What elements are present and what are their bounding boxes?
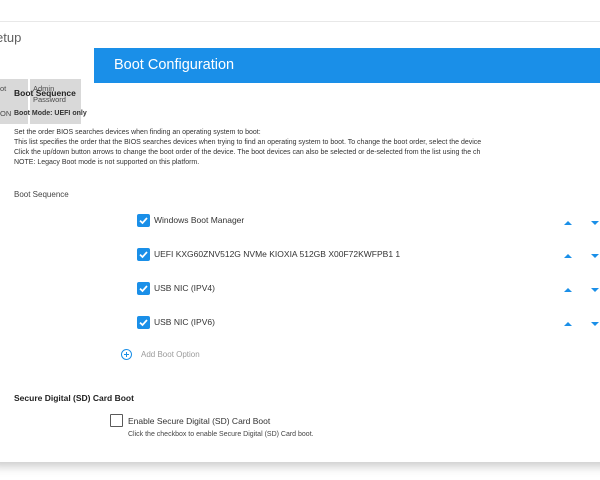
chevron-up-icon: [564, 221, 572, 225]
move-down-button[interactable]: [589, 285, 600, 295]
chevron-down-icon: [591, 254, 599, 258]
boot-item-label: Windows Boot Manager: [154, 215, 245, 225]
nav-tile-admin-password[interactable]: Admin Password: [30, 79, 81, 124]
sd-card-boot-checkbox[interactable]: [110, 414, 123, 427]
checkmark-icon: [139, 251, 148, 259]
boot-item-label: USB NIC (IPV6): [154, 317, 215, 327]
page-title: Boot Configuration: [114, 57, 235, 73]
move-up-button[interactable]: [562, 285, 574, 295]
move-down-button[interactable]: [589, 218, 600, 228]
nav-tile-boot[interactable]: ot ON: [0, 79, 28, 124]
screen: etup ot ON Admin Password Boot Configura…: [0, 0, 600, 480]
description-line: Set the order BIOS searches devices when…: [14, 129, 261, 136]
sd-card-boot-help: Click the checkbox to enable Secure Digi…: [128, 431, 314, 438]
description-line: This list specifies the order that the B…: [14, 139, 482, 146]
boot-item-checkbox[interactable]: [137, 214, 150, 227]
boot-item-checkbox[interactable]: [137, 316, 150, 329]
panel-header: Boot Configuration: [94, 48, 600, 83]
chevron-up-icon: [564, 322, 572, 326]
checkmark-icon: [139, 285, 148, 293]
chevron-down-icon: [591, 322, 599, 326]
sd-card-boot-label: Enable Secure Digital (SD) Card Boot: [128, 416, 271, 426]
description-line: NOTE: Legacy Boot mode is not supported …: [14, 159, 200, 166]
boot-item-label: USB NIC (IPV4): [154, 283, 215, 293]
move-up-button[interactable]: [562, 251, 574, 261]
sd-card-heading: Secure Digital (SD) Card Boot: [14, 393, 134, 403]
move-down-button[interactable]: [589, 251, 600, 261]
move-down-button[interactable]: [589, 319, 600, 329]
move-up-button[interactable]: [562, 218, 574, 228]
nav-tile-boot-state: ON: [0, 109, 12, 118]
plus-circle-icon: [121, 349, 132, 360]
boot-item-checkbox[interactable]: [137, 248, 150, 261]
description-line: Click the up/down button arrows to chang…: [14, 149, 481, 156]
app-title: etup: [0, 30, 22, 45]
boot-mode-text: Boot Mode: UEFI only: [14, 110, 87, 117]
boot-sequence-heading: Boot Sequence: [14, 88, 76, 98]
title-bar: [0, 0, 600, 22]
boot-sequence-list-label: Boot Sequence: [14, 190, 69, 199]
boot-item-checkbox[interactable]: [137, 282, 150, 295]
chevron-up-icon: [564, 254, 572, 258]
add-boot-option-label: Add Boot Option: [141, 350, 200, 359]
chevron-up-icon: [564, 288, 572, 292]
chevron-down-icon: [591, 288, 599, 292]
chevron-down-icon: [591, 221, 599, 225]
checkmark-icon: [139, 217, 148, 225]
move-up-button[interactable]: [562, 319, 574, 329]
boot-sequence-description: Set the order BIOS searches devices when…: [14, 128, 481, 168]
boot-item-label: UEFI KXG60ZNV512G NVMe KIOXIA 512GB X00F…: [154, 249, 401, 259]
checkmark-icon: [139, 319, 148, 327]
